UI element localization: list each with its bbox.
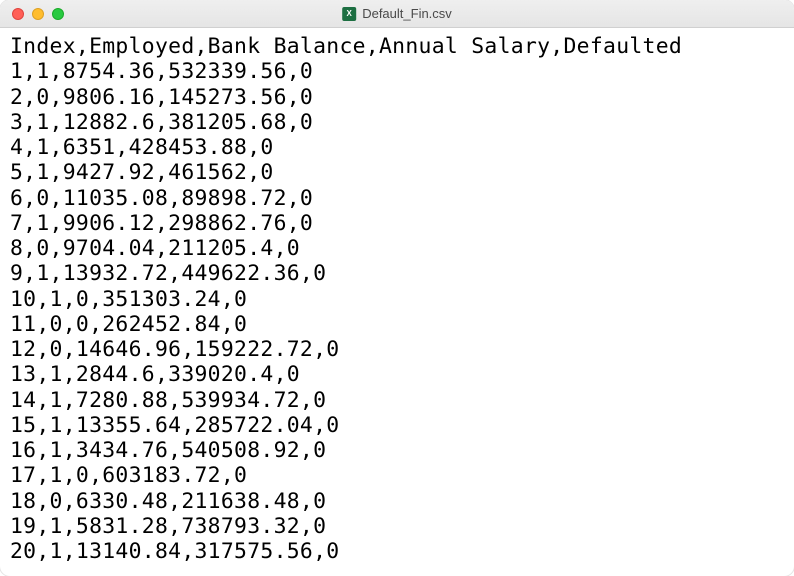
csv-data-row: 16,1,3434.76,540508.92,0 xyxy=(10,438,326,463)
csv-data-row: 18,0,6330.48,211638.48,0 xyxy=(10,489,326,514)
csv-header-row: Index,Employed,Bank Balance,Annual Salar… xyxy=(10,34,682,59)
csv-data-row: 15,1,13355.64,285722.04,0 xyxy=(10,413,339,438)
maximize-icon[interactable] xyxy=(52,8,64,20)
csv-data-row: 4,1,6351,428453.88,0 xyxy=(10,135,274,160)
file-content[interactable]: Index,Employed,Bank Balance,Annual Salar… xyxy=(0,28,794,570)
excel-icon-label: X xyxy=(347,10,352,18)
csv-data-row: 11,0,0,262452.84,0 xyxy=(10,312,247,337)
close-icon[interactable] xyxy=(12,8,24,20)
csv-data-row: 5,1,9427.92,461562,0 xyxy=(10,160,274,185)
csv-data-row: 3,1,12882.6,381205.68,0 xyxy=(10,110,313,135)
csv-data-row: 8,0,9704.04,211205.4,0 xyxy=(10,236,300,261)
csv-data-row: 7,1,9906.12,298862.76,0 xyxy=(10,211,313,236)
traffic-lights xyxy=(0,8,64,20)
csv-data-row: 19,1,5831.28,738793.32,0 xyxy=(10,514,326,539)
text-editor-window: X Default_Fin.csv Index,Employed,Bank Ba… xyxy=(0,0,794,576)
csv-data-row: 20,1,13140.84,317575.56,0 xyxy=(10,539,339,564)
minimize-icon[interactable] xyxy=(32,8,44,20)
csv-data-row: 17,1,0,603183.72,0 xyxy=(10,463,247,488)
csv-data-row: 12,0,14646.96,159222.72,0 xyxy=(10,337,339,362)
excel-file-icon: X xyxy=(342,7,356,21)
window-title: Default_Fin.csv xyxy=(362,6,452,21)
csv-data-row: 2,0,9806.16,145273.56,0 xyxy=(10,85,313,110)
window-title-wrap: X Default_Fin.csv xyxy=(342,6,452,21)
csv-data-row: 10,1,0,351303.24,0 xyxy=(10,287,247,312)
csv-data-row: 9,1,13932.72,449622.36,0 xyxy=(10,261,326,286)
window-titlebar[interactable]: X Default_Fin.csv xyxy=(0,0,794,28)
csv-data-row: 13,1,2844.6,339020.4,0 xyxy=(10,362,300,387)
csv-data-row: 14,1,7280.88,539934.72,0 xyxy=(10,388,326,413)
csv-data-row: 6,0,11035.08,89898.72,0 xyxy=(10,186,313,211)
csv-data-row: 1,1,8754.36,532339.56,0 xyxy=(10,59,313,84)
